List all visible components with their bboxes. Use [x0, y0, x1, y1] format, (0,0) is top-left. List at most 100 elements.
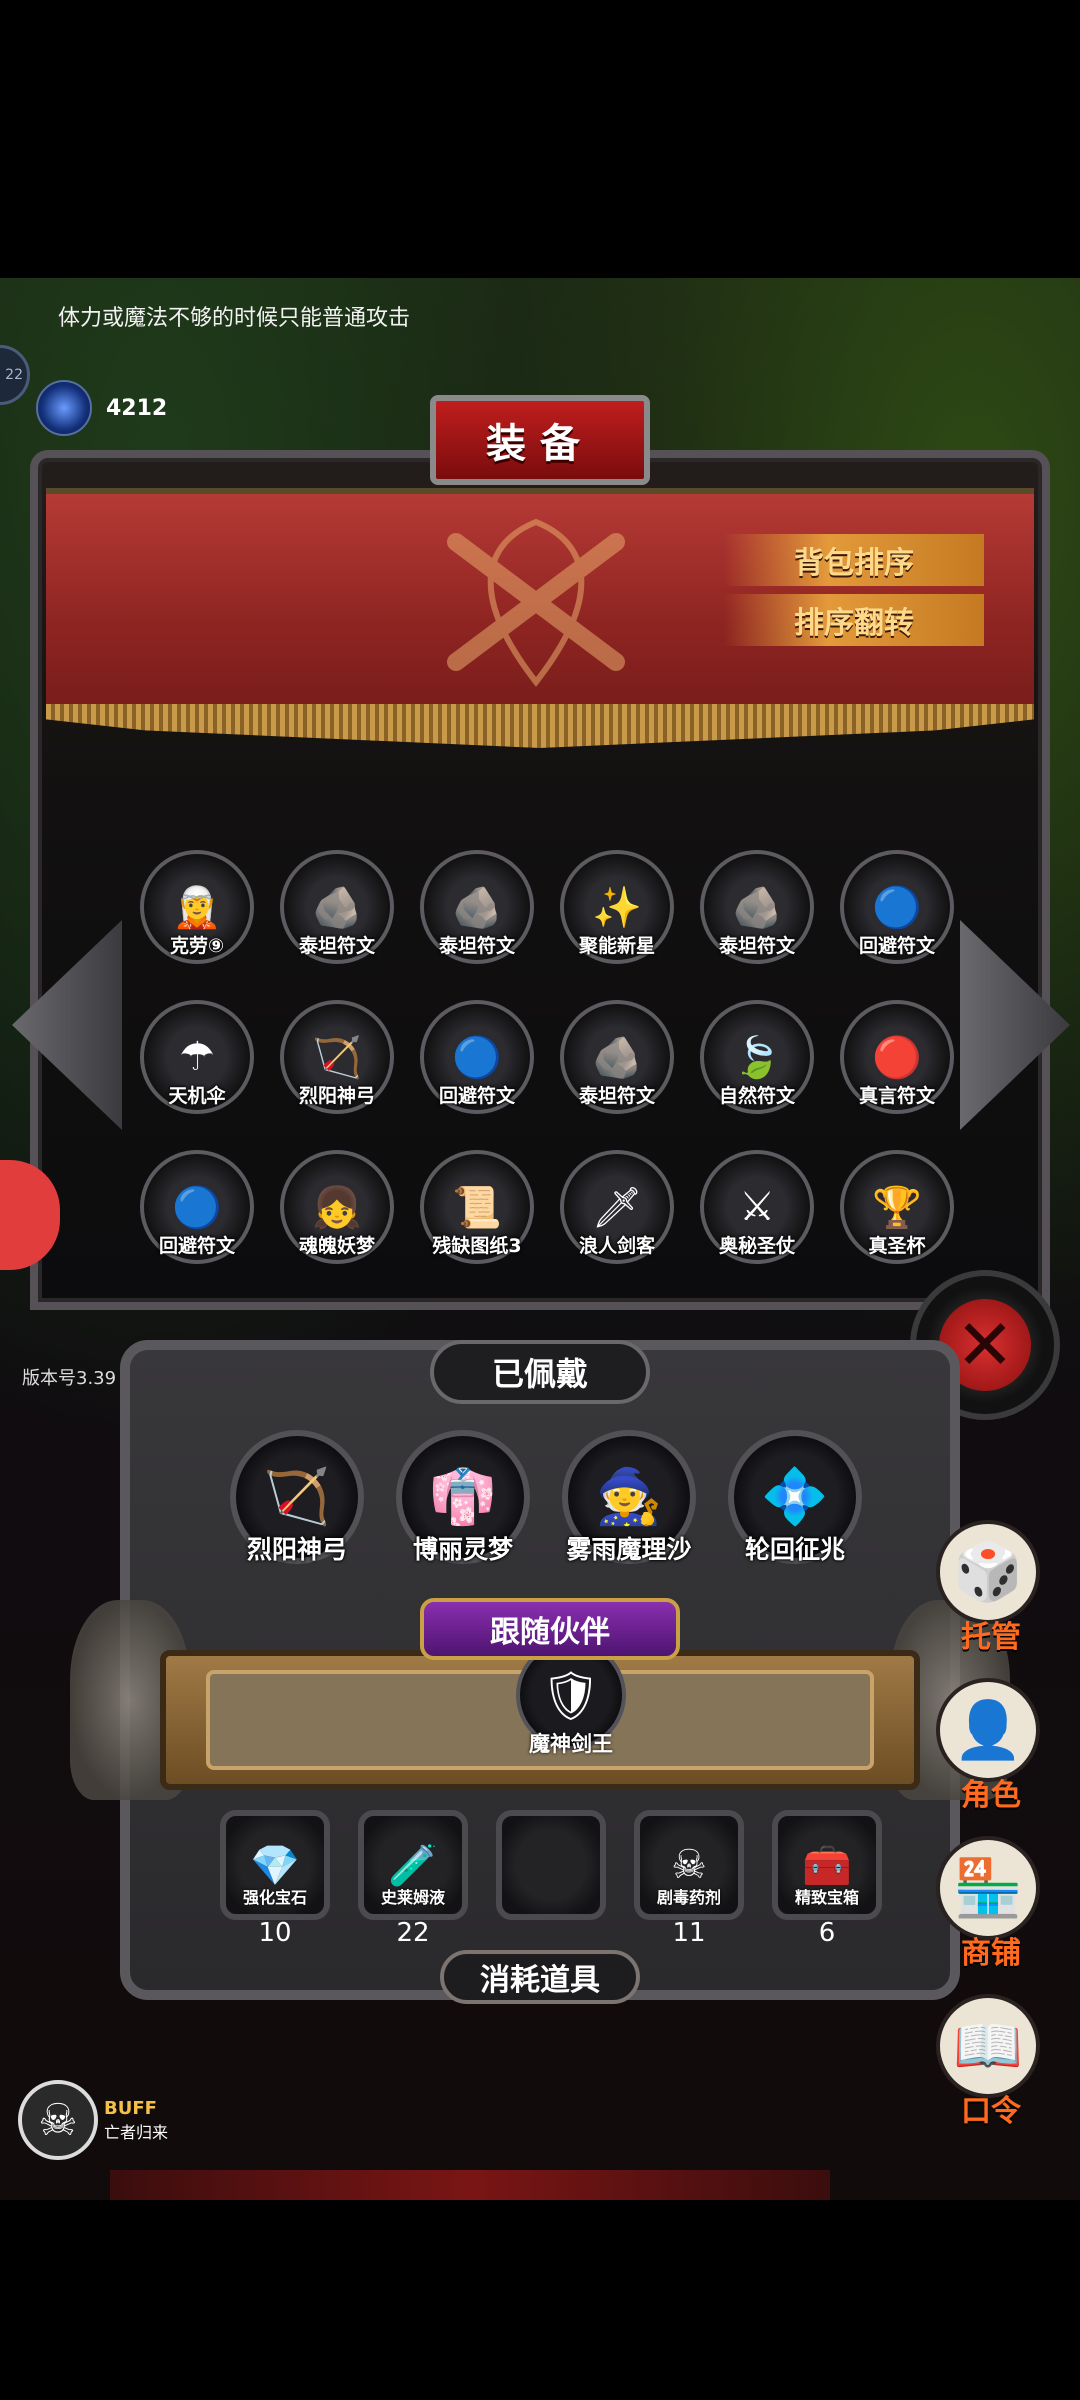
- inventory-slot[interactable]: 🔴 真言符文: [840, 1000, 954, 1114]
- consumable-label: 剧毒药剂: [656, 1888, 721, 1907]
- consumable-label: 精致宝箱: [794, 1888, 859, 1907]
- titan-rune-icon: 🪨: [732, 884, 782, 931]
- titan-rune-icon: 🪨: [312, 884, 362, 931]
- armor-icon: 🛡: [540, 1667, 602, 1724]
- inventory-slot[interactable]: 🍃 自然符文: [700, 1000, 814, 1114]
- inventory-slot[interactable]: 📜 残缺图纸3: [420, 1150, 534, 1264]
- consumable-label: 史莱姆液: [380, 1888, 445, 1907]
- character-icon: 👘: [429, 1465, 497, 1528]
- inventory-slot[interactable]: 🪨 泰坦符文: [560, 1000, 674, 1114]
- inventory-item-label: 烈阳神弓: [298, 1085, 375, 1107]
- scroll-icon: 📜: [452, 1184, 502, 1231]
- hood-icon: 👤: [936, 1678, 1040, 1782]
- inventory-item-label: 天机伞: [168, 1085, 226, 1107]
- inventory-slot[interactable]: 🏹 烈阳神弓: [280, 1000, 394, 1114]
- equipped-item-label: 雾雨魔理沙: [566, 1535, 692, 1564]
- red-rune-icon: 🔴: [872, 1034, 922, 1081]
- inventory-slot[interactable]: 👧 魂魄妖梦: [280, 1150, 394, 1264]
- skull-icon: ☠: [18, 2080, 98, 2160]
- swordsman-icon: 🗡: [591, 1184, 643, 1231]
- equipped-slot[interactable]: 👘 博丽灵梦: [396, 1430, 530, 1564]
- inventory-slot[interactable]: ⚔ 奥秘圣仗: [700, 1150, 814, 1264]
- inventory-slot[interactable]: 🪨 泰坦符文: [280, 850, 394, 964]
- version-label: 版本号3.39: [22, 1368, 117, 1389]
- inventory-item-label: 泰坦符文: [578, 1085, 655, 1107]
- inventory-item-label: 魂魄妖梦: [298, 1235, 375, 1257]
- umbrella-icon: ☂: [179, 1034, 215, 1080]
- consumable-slot[interactable]: 🧪 史莱姆液 22: [358, 1810, 468, 1948]
- inventory-slot[interactable]: ☂ 天机伞: [140, 1000, 254, 1114]
- menu-label: 角色: [961, 1778, 1021, 1813]
- inventory-item-label: 回避符文: [438, 1085, 515, 1107]
- inventory-slot[interactable]: 🗡 浪人剑客: [560, 1150, 674, 1264]
- dice-icon: 🎲: [936, 1520, 1040, 1624]
- companion-frame: 🛡 魔神剑王: [160, 1640, 920, 1790]
- titan-rune-icon: 🪨: [592, 1034, 642, 1081]
- consumable-slot[interactable]: 🧰 精致宝箱 6: [772, 1810, 882, 1948]
- companion-title: 跟随伙伴: [420, 1598, 680, 1660]
- menu-button[interactable]: 📖 口令: [936, 1994, 1046, 2134]
- inventory-item-label: 克劳⑨: [169, 935, 225, 957]
- menu-label: 托管: [961, 1620, 1021, 1655]
- nature-rune-icon: 🍃: [732, 1034, 782, 1081]
- menu-button[interactable]: 👤 角色: [936, 1678, 1046, 1818]
- consumable-slot[interactable]: ☠ 剧毒药剂 11: [634, 1810, 744, 1948]
- inventory-item-label: 浪人剑客: [578, 1235, 655, 1257]
- inventory-item-label: 泰坦符文: [438, 935, 515, 957]
- buff-name: 亡者归来: [104, 2122, 169, 2142]
- consumable-count: 6: [818, 1918, 836, 1948]
- inventory-slot[interactable]: 🏆 真圣杯: [840, 1150, 954, 1264]
- blue-gem-icon: [36, 380, 92, 436]
- consumable-count: 11: [672, 1918, 706, 1948]
- inventory-item-label: 聚能新星: [578, 935, 655, 957]
- staff-icon: ⚔: [739, 1184, 775, 1230]
- inventory-item-label: 真圣杯: [868, 1235, 926, 1257]
- gem-value: 4212: [106, 395, 168, 421]
- equipped-title: 已佩戴: [430, 1340, 650, 1404]
- equipped-slot[interactable]: 🏹 烈阳神弓: [230, 1430, 364, 1564]
- menu-button[interactable]: 🎲 托管: [936, 1520, 1046, 1660]
- inventory-slot[interactable]: 🪨 泰坦符文: [420, 850, 534, 964]
- consumable-slot[interactable]: 💎 强化宝石 10: [220, 1810, 330, 1948]
- inventory-slot[interactable]: 🔵 回避符文: [840, 850, 954, 964]
- equipped-slot[interactable]: 💠 轮回征兆: [728, 1430, 862, 1564]
- bow-icon: 🏹: [263, 1465, 331, 1528]
- green-gem-icon: 💎: [250, 1842, 300, 1889]
- panel-title: 装备: [430, 395, 650, 485]
- book-icon: 📖: [936, 1994, 1040, 2098]
- character-icon: 👧: [312, 1184, 362, 1231]
- inventory-item-label: 回避符文: [158, 1235, 235, 1257]
- sort-bag-button[interactable]: 背包排序: [724, 534, 984, 586]
- consumable-count: 10: [258, 1918, 292, 1948]
- inventory-slot[interactable]: 🧝 克劳⑨: [140, 850, 254, 964]
- banner-fringe: [46, 704, 1034, 748]
- reverse-sort-button[interactable]: 排序翻转: [724, 594, 984, 646]
- inventory-item-label: 回避符文: [858, 935, 935, 957]
- poison-icon: ☠: [671, 1842, 707, 1888]
- inventory-slot[interactable]: 🔵 回避符文: [420, 1000, 534, 1114]
- menu-button[interactable]: 🏪 商铺: [936, 1836, 1046, 1976]
- gem-counter: 4212: [36, 380, 167, 436]
- nova-orb-icon: ✨: [592, 884, 642, 931]
- shop-icon: 🏪: [936, 1836, 1040, 1940]
- equipped-panel: 已佩戴 🏹 烈阳神弓 👘 博丽灵梦 🧙 雾雨魔理沙 💠 轮回征兆 🛡 魔神剑王 跟随伙伴 💎 强…: [70, 1340, 1010, 2004]
- companion-label: 魔神剑王: [529, 1732, 613, 1756]
- equipped-slot[interactable]: 🧙 雾雨魔理沙: [562, 1430, 696, 1564]
- banner: 背包排序 排序翻转: [46, 488, 1034, 748]
- potion-icon: 🧪: [388, 1842, 438, 1889]
- buff-indicator[interactable]: ☠ BUFF 亡者归来: [18, 2080, 168, 2160]
- inventory-item-label: 真言符文: [858, 1085, 935, 1107]
- inventory-slot[interactable]: 🔵 回避符文: [140, 1150, 254, 1264]
- blue-rune-icon: 🔵: [172, 1184, 222, 1231]
- inventory-item-label: 泰坦符文: [298, 935, 375, 957]
- character-icon: 🧙: [595, 1465, 663, 1528]
- empty-consumable-slot[interactable]: [496, 1810, 606, 1920]
- grail-icon: 🏆: [872, 1184, 922, 1231]
- equipped-item-label: 轮回征兆: [744, 1535, 845, 1564]
- menu-label: 口令: [961, 2094, 1021, 2129]
- inventory-slot[interactable]: ✨ 聚能新星: [560, 850, 674, 964]
- inventory-slot[interactable]: 🪨 泰坦符文: [700, 850, 814, 964]
- titan-rune-icon: 🪨: [452, 884, 502, 931]
- side-level-text: 22: [5, 367, 23, 383]
- bottom-bar: [110, 2170, 830, 2200]
